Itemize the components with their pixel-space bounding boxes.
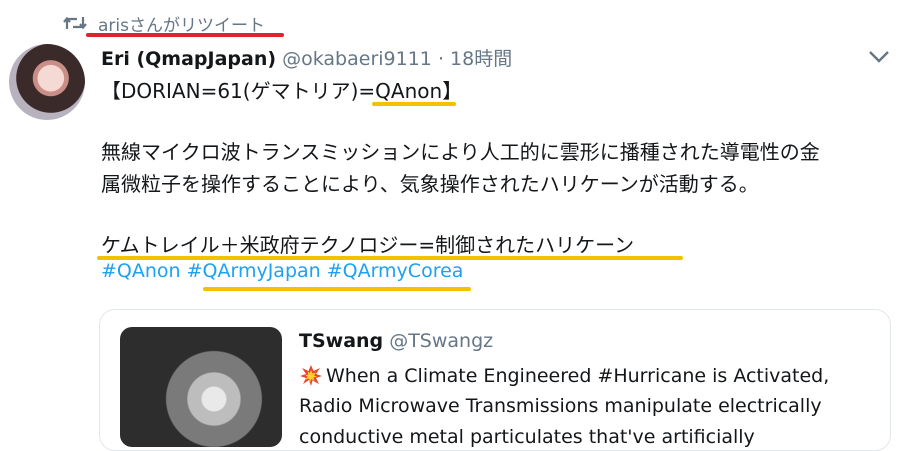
tweet-timestamp[interactable]: 18時間 [450,48,512,70]
quoted-tweet-header: TSwang @TSwangz [299,330,493,352]
quoted-line-1-text: When a Climate Engineered #Hurricane is … [326,365,830,387]
hashtag-qarmycorea[interactable]: #QArmyCorea [327,260,464,282]
tweet-equation-line: ケムトレイル＋米政府テクノロジー=制御されたハリケーン [101,233,635,257]
quoted-author-handle[interactable]: @TSwangz [389,330,493,352]
author-name[interactable]: Eri (QmapJapan) [101,48,276,70]
retweeter-text[interactable]: arisさんがリツイート [98,11,265,36]
line1-highlight: =QAnon [358,79,443,103]
chevron-down-icon[interactable] [868,50,890,64]
retweet-icon [63,16,87,30]
author-handle[interactable]: @okabaeri9111 [282,48,432,70]
quoted-line-2: Radio Microwave Transmissions manipulate… [299,395,822,417]
tweet-paragraph-line-1: 無線マイクロ波トランスミッションにより人工的に雲形に播種された導電性の金 [101,140,820,164]
header-separator: · [437,48,444,70]
tweet-header: Eri (QmapJapan) @okabaeri9111 · 18時間 [101,44,512,71]
collision-icon [300,365,322,386]
yellow-underline-qanon [372,102,456,106]
quoted-tweet-image[interactable] [120,327,282,447]
yellow-underline-hashtags [203,287,471,291]
red-annotation-underline [86,33,284,37]
avatar[interactable] [9,44,85,120]
hashtag-qarmyjapan[interactable]: #QArmyJapan [187,260,321,282]
quoted-line-3: conductive metal particulates that've ar… [299,426,755,448]
tweet-paragraph-line-2: 属微粒子を操作することにより、気象操作されたハリケーンが活動する。 [101,172,759,196]
quoted-line-1: When a Climate Engineered #Hurricane is … [299,364,829,387]
line1-prefix: 【DORIAN=61(ゲマトリア) [101,79,359,103]
quoted-author-name[interactable]: TSwang [299,330,383,352]
hashtags: #QAnon #QArmyJapan #QArmyCorea [101,260,469,282]
hashtag-qanon[interactable]: #QAnon [101,260,181,282]
tweet-line-1: 【DORIAN=61(ゲマトリア)=QAnon】 [101,75,462,104]
line1-suffix: 】 [442,79,463,103]
